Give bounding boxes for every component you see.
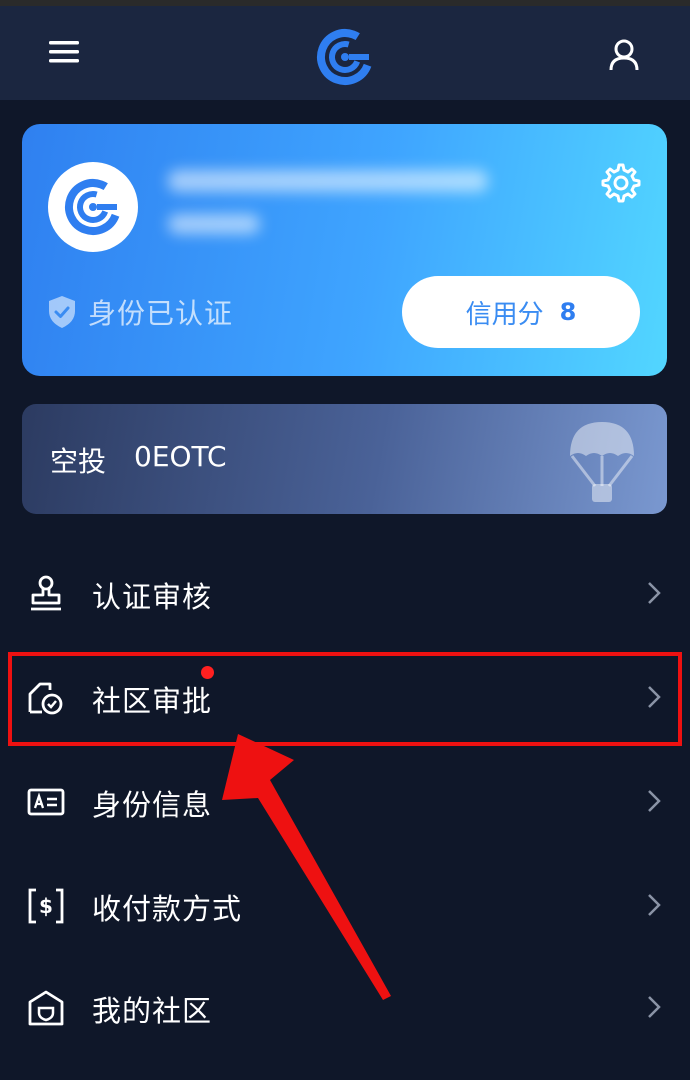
app-logo-icon — [316, 28, 374, 86]
chevron-right-icon — [648, 996, 661, 1018]
stamp-icon — [31, 575, 61, 611]
avatar[interactable] — [48, 162, 138, 252]
svg-text:$: $ — [39, 894, 53, 918]
verified-status: 身份已认证 — [46, 292, 233, 332]
gear-icon[interactable] — [596, 160, 642, 206]
chevron-right-icon — [648, 894, 661, 916]
airdrop-label: 空投 — [50, 445, 107, 478]
menu-item-my-community[interactable]: 我的社区 — [0, 962, 690, 1052]
credit-score-label: 信用分 — [465, 299, 544, 330]
menu-item-label: 认证审核 — [92, 580, 213, 614]
highlight-box — [8, 652, 682, 746]
parachute-icon — [562, 416, 642, 506]
profile-card: 身份已认证 信用分 8 — [22, 124, 667, 376]
airdrop-amount: 0EOTC — [134, 440, 227, 473]
chevron-right-icon — [648, 582, 661, 604]
payment-method-icon: $ — [28, 888, 64, 924]
credit-score-button[interactable]: 信用分 8 — [402, 276, 640, 348]
chevron-right-icon — [648, 790, 661, 812]
menu-item-label: 身份信息 — [92, 788, 213, 822]
menu-item-identity-info[interactable]: 身份信息 — [0, 756, 690, 846]
airdrop-card[interactable]: 空投 0EOTC — [22, 404, 667, 514]
blurred-uid — [168, 214, 260, 234]
menu-item-payment-methods[interactable]: $ 收付款方式 — [0, 860, 690, 950]
id-card-icon — [27, 788, 65, 816]
hamburger-menu-icon[interactable] — [46, 36, 84, 70]
verified-label: 身份已认证 — [88, 297, 234, 330]
shield-check-icon — [49, 296, 75, 328]
blurred-email — [168, 170, 488, 192]
my-community-icon — [28, 990, 64, 1026]
menu-item-auth-review[interactable]: 认证审核 — [0, 548, 690, 638]
credit-score-value: 8 — [559, 298, 577, 326]
top-bar — [0, 0, 690, 100]
user-profile-icon[interactable] — [604, 36, 644, 76]
menu-item-label: 我的社区 — [92, 994, 213, 1028]
menu-item-label: 收付款方式 — [92, 892, 243, 926]
